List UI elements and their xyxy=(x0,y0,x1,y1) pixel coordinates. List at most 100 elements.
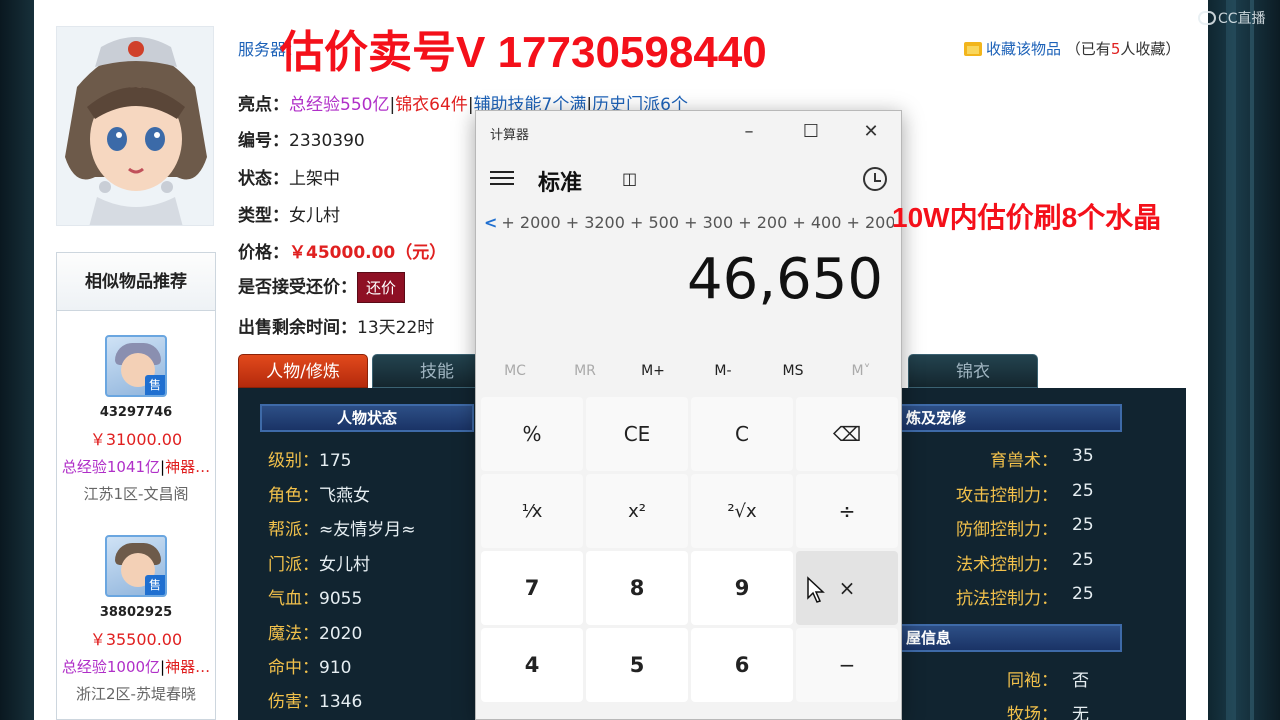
reciprocal-button[interactable]: ¹⁄x xyxy=(481,474,583,548)
cc-logo-icon xyxy=(1198,11,1216,25)
stat-magic-control-value: 25 xyxy=(1072,550,1094,570)
stat-defense-control: 防御控制力： xyxy=(956,520,1058,540)
digit-4-button[interactable]: 4 xyxy=(481,628,583,702)
calculator-mode: 标准 xyxy=(538,171,583,196)
stat-mp: 魔法：2020 xyxy=(268,624,363,644)
remaining-time-row: 出售剩余时间：13天22时 xyxy=(238,313,434,338)
expression-text: + 2000 + 3200 + 500 + 300 + 200 + 400 + … xyxy=(501,213,894,232)
minimize-icon[interactable]: – xyxy=(734,119,764,145)
right-frame xyxy=(1208,0,1280,720)
favorite-link[interactable]: 收藏该物品 xyxy=(986,40,1061,58)
calculator-window[interactable]: 计算器 – ☐ ✕ 标准 ◫ < + 2000 + 3200 + 500 + 30… xyxy=(475,110,902,720)
memory-list-button[interactable]: M˅ xyxy=(826,363,896,379)
keep-on-top-icon[interactable]: ◫ xyxy=(622,169,637,188)
stat-hit: 命中：910 xyxy=(268,658,352,678)
stat-resist-control-value: 25 xyxy=(1072,584,1094,604)
memory-add-button[interactable]: M+ xyxy=(618,363,688,379)
similar-items-panel: 相似物品推荐 售 43297746 ￥31000.00 总经验1041亿|神器…… xyxy=(56,252,216,720)
similar-item[interactable]: 售 43297746 ￥31000.00 总经验1041亿|神器… 江苏1区-文… xyxy=(57,335,215,504)
stat-damage: 伤害：1346 xyxy=(268,692,363,712)
similar-item-tag-exp: 总经验1000亿 xyxy=(61,658,161,676)
favorite-area: 收藏该物品 （已有5人收藏） xyxy=(964,38,1180,59)
close-icon[interactable]: ✕ xyxy=(856,119,886,145)
clear-entry-button[interactable]: CE xyxy=(586,397,688,471)
sale-badge: 售 xyxy=(145,575,165,595)
percent-button[interactable]: % xyxy=(481,397,583,471)
similar-item-tag-exp: 总经验1041亿 xyxy=(61,458,161,476)
sale-badge: 售 xyxy=(145,375,165,395)
stat-sworn-value: 否 xyxy=(1072,671,1089,691)
chevron-left-icon[interactable]: < xyxy=(484,213,497,232)
similar-item-tag-artifact: 神器… xyxy=(165,658,211,676)
counter-offer-button[interactable]: 还价 xyxy=(357,272,406,303)
tab-character[interactable]: 人物/修炼 xyxy=(238,354,368,388)
memory-clear-button[interactable]: MC xyxy=(480,363,550,379)
divide-button[interactable]: ÷ xyxy=(796,474,898,548)
stat-role: 角色：飞燕女 xyxy=(268,486,370,506)
similar-item-id: 38802925 xyxy=(99,605,173,620)
status-row: 状态：上架中 xyxy=(238,164,340,189)
similar-item-avatar[interactable]: 售 xyxy=(105,535,167,597)
price-label: 价格： xyxy=(238,243,289,263)
counter-offer-label: 是否接受还价： xyxy=(238,277,357,298)
stream-watermark: CC直播 xyxy=(1198,8,1266,28)
folder-icon xyxy=(964,42,982,56)
id-value: 2330390 xyxy=(289,131,365,151)
type-row: 类型：女儿村 xyxy=(238,201,340,226)
counter-offer-row: 是否接受还价： 还价 xyxy=(238,272,406,303)
square-root-button[interactable]: ²√x xyxy=(691,474,793,548)
stat-attack-control-value: 25 xyxy=(1072,481,1094,501)
calculator-titlebar[interactable]: 计算器 – ☐ ✕ xyxy=(476,111,901,153)
similar-item-location: 江苏1区-文昌阁 xyxy=(83,485,189,503)
cultivation-header: 炼及宠修 xyxy=(898,404,1122,432)
memory-recall-button[interactable]: MR xyxy=(550,363,620,379)
estimate-overlay-text: 10W内估价刷8个水晶 xyxy=(892,202,1162,233)
digit-7-button[interactable]: 7 xyxy=(481,551,583,625)
memory-store-button[interactable]: MS xyxy=(758,363,828,379)
highlight-exp[interactable]: 总经验550亿 xyxy=(289,95,389,115)
history-icon[interactable] xyxy=(863,167,887,191)
backspace-icon[interactable]: ⌫ xyxy=(796,397,898,471)
stat-ranch-value: 无 xyxy=(1072,705,1089,720)
similar-item-location: 浙江2区-苏堤春晓 xyxy=(76,685,196,703)
stat-sworn: 同袍： xyxy=(1007,671,1058,691)
tab-outfits[interactable]: 锦衣 xyxy=(908,354,1038,388)
stat-defense-control-value: 25 xyxy=(1072,515,1094,535)
house-info-header: 屋信息 xyxy=(898,624,1122,652)
stat-hp: 气血：9055 xyxy=(268,589,363,609)
highlight-outfits[interactable]: 锦衣64件 xyxy=(395,95,468,115)
digit-5-button[interactable]: 5 xyxy=(586,628,688,702)
price-value: ￥45000.00（元） xyxy=(289,243,447,263)
similar-item-tags: 总经验1041亿|神器… xyxy=(61,458,211,476)
clear-button[interactable]: C xyxy=(691,397,793,471)
similar-item[interactable]: 售 38802925 ￥35500.00 总经验1000亿|神器… 浙江2区-苏… xyxy=(57,535,215,704)
similar-items-title: 相似物品推荐 xyxy=(57,253,215,311)
stat-school: 门派：女儿村 xyxy=(268,555,370,575)
type-label: 类型： xyxy=(238,206,289,226)
promo-overlay: 估价卖号V 17730598440 xyxy=(280,28,767,77)
similar-item-id: 43297746 xyxy=(99,405,173,420)
memory-subtract-button[interactable]: M- xyxy=(688,363,758,379)
remaining-time-label: 出售剩余时间： xyxy=(238,318,357,338)
stat-magic-control: 法术控制力： xyxy=(956,555,1058,575)
watermark-text: CC直播 xyxy=(1218,11,1266,27)
similar-item-avatar[interactable]: 售 xyxy=(105,335,167,397)
digit-9-button[interactable]: 9 xyxy=(691,551,793,625)
calculator-title: 计算器 xyxy=(490,128,530,143)
digit-8-button[interactable]: 8 xyxy=(586,551,688,625)
maximize-icon[interactable]: ☐ xyxy=(796,119,826,145)
hamburger-menu-icon[interactable] xyxy=(490,167,514,187)
mouse-cursor-icon xyxy=(807,576,825,603)
square-button[interactable]: x² xyxy=(586,474,688,548)
expression-display: < + 2000 + 3200 + 500 + 300 + 200 + 400 +… xyxy=(484,213,894,232)
subtract-button[interactable]: − xyxy=(796,628,898,702)
highlights-label: 亮点： xyxy=(238,95,289,115)
stat-ranch: 牧场： xyxy=(1007,705,1058,720)
result-display: 46,650 xyxy=(687,247,883,312)
digit-6-button[interactable]: 6 xyxy=(691,628,793,702)
similar-item-tags: 总经验1000亿|神器… xyxy=(61,658,211,676)
similar-item-price: ￥35500.00 xyxy=(89,630,183,649)
stat-guild: 帮派：≈友情岁月≈ xyxy=(268,520,416,540)
character-status-header: 人物状态 xyxy=(260,404,474,432)
left-frame xyxy=(0,0,34,720)
